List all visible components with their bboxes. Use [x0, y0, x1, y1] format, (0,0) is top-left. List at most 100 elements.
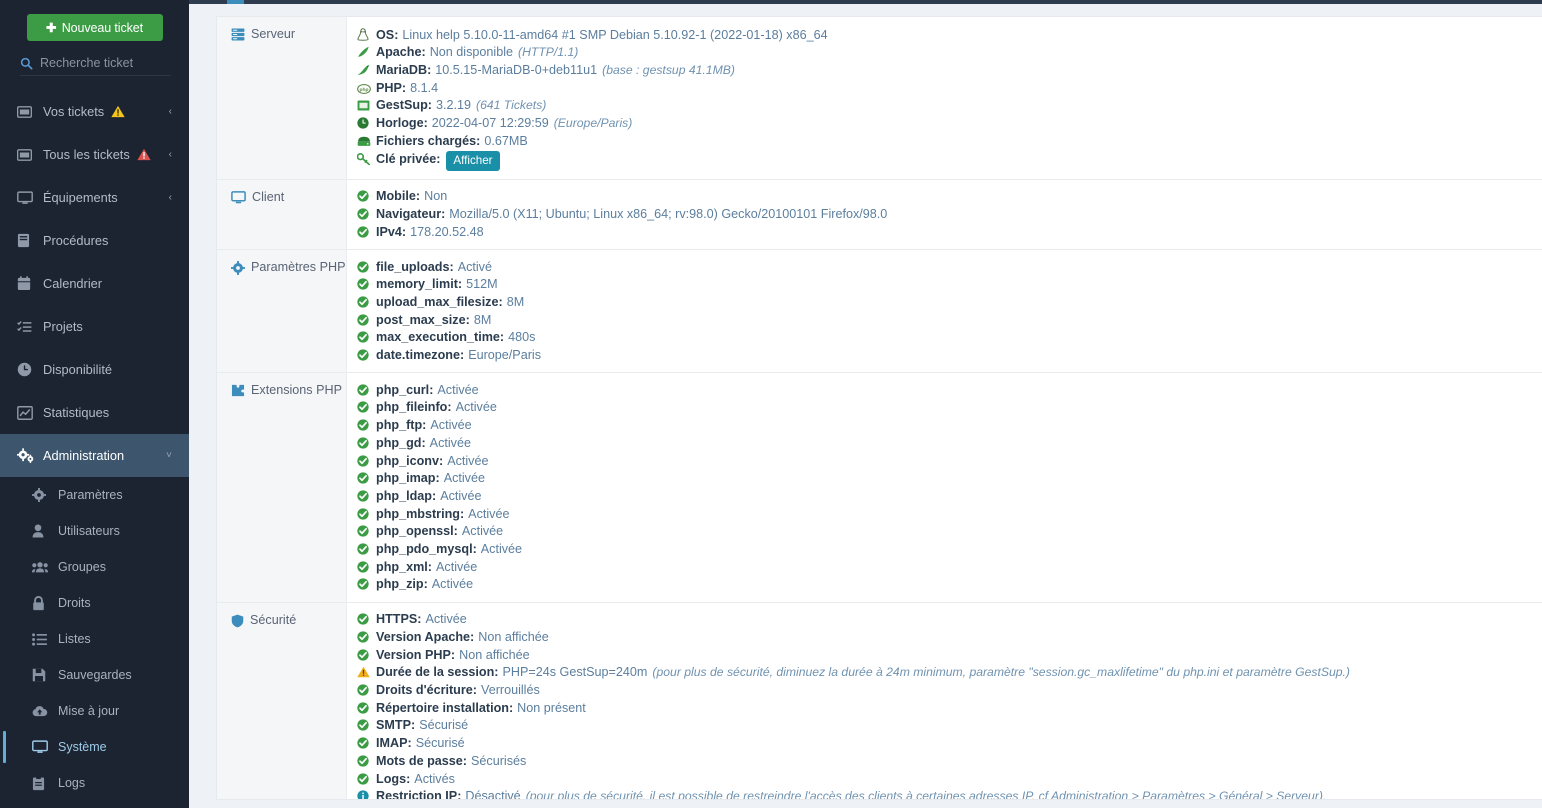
sidebar-item-systeme[interactable]: Système	[0, 729, 189, 765]
calendar-icon	[17, 276, 38, 291]
info-key: php_ldap	[376, 488, 432, 503]
info-note: (HTTP/1.1)	[518, 45, 579, 60]
info-separator: :	[472, 683, 477, 697]
check-icon	[357, 561, 372, 573]
chevron-left-icon[interactable]: ‹	[169, 192, 172, 203]
info-line: php_pdo_mysql : Activée	[357, 541, 1542, 559]
info-value: Activée	[440, 488, 482, 503]
search-input[interactable]	[40, 56, 160, 70]
info-value: Activée	[455, 400, 497, 415]
gestsup-icon	[357, 100, 372, 111]
check-icon	[357, 772, 372, 785]
check-icon	[357, 755, 372, 767]
info-line: php_ftp : Activée	[357, 417, 1542, 435]
sidebar-item-sauvegardes[interactable]: Sauvegardes	[0, 657, 189, 693]
info-note: (641 Tickets)	[476, 98, 547, 113]
info-separator: :	[410, 718, 416, 733]
sidebar-item-groupes[interactable]: Groupes	[0, 549, 189, 585]
info-separator: :	[450, 647, 456, 662]
check-icon	[357, 684, 372, 696]
section-row-parametres-php: Paramètres PHP file_uploads : Activé memory…	[217, 250, 1542, 374]
info-key: IPv4	[376, 224, 402, 239]
info-line: GestSup :3.2.19 (641 Tickets)	[357, 97, 1542, 115]
info-separator: :	[436, 152, 441, 167]
sidebar-item-label: Vos tickets	[43, 104, 105, 119]
search-box[interactable]	[20, 56, 171, 76]
sidebar-item-tous-les-tickets[interactable]: Tous les tickets ‹	[0, 133, 189, 176]
info-icon	[357, 790, 372, 799]
info-line: php_fileinfo : Activée	[357, 399, 1542, 417]
sidebar-item-label: Groupes	[58, 560, 106, 574]
sidebar-item-vos-tickets[interactable]: Vos tickets ‹	[0, 90, 189, 133]
info-value: Activée	[429, 435, 471, 450]
active-tab-indicator[interactable]	[227, 0, 244, 4]
list-icon	[32, 632, 54, 646]
info-separator: :	[422, 418, 427, 433]
sidebar-item-label: Système	[58, 740, 107, 754]
check-icon	[357, 437, 372, 449]
chevron-left-icon[interactable]: ‹	[169, 149, 172, 160]
info-value: Sécurisé	[419, 718, 469, 733]
chevron-down-icon[interactable]: ˅	[166, 450, 172, 461]
info-key: GestSup	[376, 98, 428, 113]
info-separator: :	[421, 435, 426, 450]
sidebar-item-disponibilite[interactable]: Disponibilité	[0, 348, 189, 391]
sidebar-item-droits[interactable]: Droits	[0, 585, 189, 621]
sidebar-item-equipements[interactable]: Équipements ‹	[0, 176, 189, 219]
warning-red-icon	[137, 148, 151, 161]
info-note: (pour plus de sécurité, il est possible …	[525, 789, 1327, 800]
feather-icon	[357, 46, 372, 58]
sidebar-item-listes[interactable]: Listes	[0, 621, 189, 657]
check-icon	[357, 613, 372, 625]
sidebar-item-label: Utilisateurs	[58, 524, 120, 538]
check-icon	[357, 401, 372, 414]
section-body-extensions-php: php_curl : Activée php_fileinfo : Activée ph…	[347, 373, 1542, 602]
sidebar-item-administration[interactable]: Administration ˅	[0, 434, 189, 477]
info-note: (base : gestsup 41.1MB)	[602, 62, 735, 77]
chart-icon	[17, 405, 38, 420]
info-value: Non présent	[517, 700, 586, 715]
sidebar-item-projets[interactable]: Projets	[0, 305, 189, 348]
sidebar-item-statistiques[interactable]: Statistiques	[0, 391, 189, 434]
section-label-text: Extensions PHP	[251, 383, 342, 398]
show-private-key-button[interactable]: Afficher	[446, 151, 500, 172]
new-ticket-button[interactable]: ✚ Nouveau ticket	[26, 14, 163, 41]
check-icon	[357, 296, 372, 308]
sidebar-item-label: Mise à jour	[58, 704, 120, 718]
info-line: Droits d'écriture : Verrouillés	[357, 682, 1542, 700]
info-separator: :	[431, 488, 437, 503]
info-value: Activée	[436, 559, 478, 574]
info-key: MariaDB	[376, 62, 428, 77]
section-label-securite: Sécurité	[217, 602, 347, 799]
info-key: upload_max_filesize	[376, 294, 499, 309]
info-separator: :	[459, 506, 465, 521]
info-line: Clé privée : Afficher	[357, 150, 1542, 172]
chevron-left-icon[interactable]: ‹	[169, 106, 172, 117]
sidebar-item-parametres[interactable]: Paramètres	[0, 477, 189, 513]
info-separator: :	[423, 116, 428, 131]
info-separator: :	[508, 700, 514, 715]
info-value: 8M	[506, 294, 525, 309]
sidebar-item-procedures[interactable]: Procédures	[0, 219, 189, 262]
info-value: Activés	[414, 771, 455, 786]
info-key: php_zip	[376, 577, 424, 592]
info-key: file_uploads	[376, 259, 450, 274]
check-icon	[357, 631, 372, 643]
info-note: (Europe/Paris)	[553, 116, 633, 131]
info-key: php_pdo_mysql	[376, 542, 473, 557]
section-row-serveur: Serveur OS : Linux help 5.10.0-11-amd64 #1…	[217, 17, 1542, 180]
sidebar-item-logs[interactable]: Logs	[0, 765, 189, 801]
check-icon	[357, 543, 372, 555]
sidebar-item-utilisateurs[interactable]: Utilisateurs	[0, 513, 189, 549]
sidebar-item-calendrier[interactable]: Calendrier	[0, 262, 189, 305]
sidebar-item-mise-a-jour[interactable]: Mise à jour	[0, 693, 189, 729]
info-line: Navigateur : Mozilla/5.0 (X11; Ubuntu; Li…	[357, 206, 1542, 224]
mariadb-icon	[357, 64, 372, 76]
clock-icon	[357, 117, 372, 129]
info-value: Non disponible	[429, 45, 514, 60]
info-value: 10.5.15-MariaDB-0+deb11u1	[435, 62, 598, 77]
info-key: php_gd	[376, 435, 422, 450]
info-separator: :	[435, 471, 440, 486]
sidebar-item-label: Projets	[43, 319, 83, 334]
info-separator: :	[401, 80, 407, 95]
